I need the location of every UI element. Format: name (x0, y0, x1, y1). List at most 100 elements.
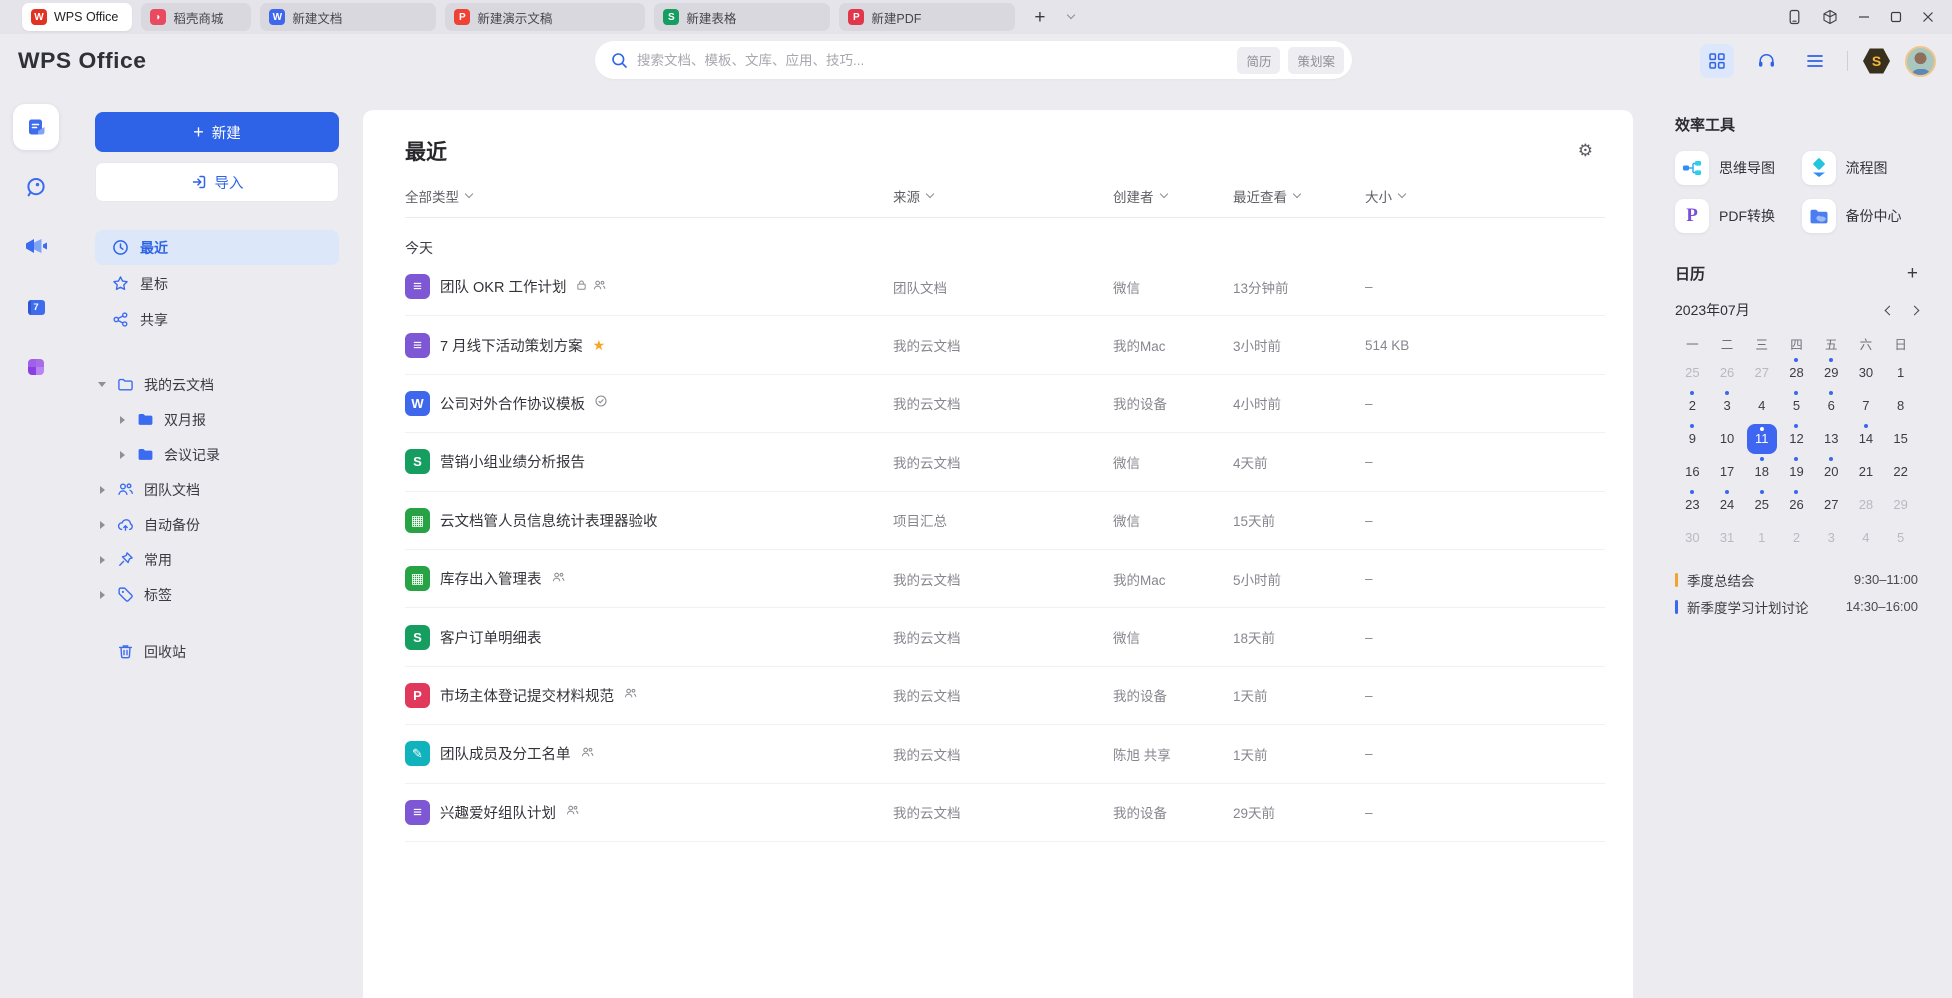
calendar-day[interactable]: 27 (1814, 488, 1849, 521)
calendar-day[interactable]: 2 (1675, 389, 1710, 422)
collapse-triangle-icon[interactable] (100, 486, 105, 494)
calendar-day[interactable]: 9 (1675, 422, 1710, 455)
sidebar-item-recent[interactable]: 最近 (95, 230, 339, 265)
sidebar-item-team-docs[interactable]: 团队文档 (95, 472, 339, 507)
calendar-day[interactable]: 13 (1814, 422, 1849, 455)
calendar-day[interactable]: 10 (1710, 422, 1745, 455)
search-input[interactable] (637, 53, 1229, 68)
calendar-day[interactable]: 16 (1675, 455, 1710, 488)
sidebar-item-my-cloud-docs[interactable]: 我的云文档 (95, 367, 339, 402)
calendar-day[interactable]: 26 (1779, 488, 1814, 521)
tab-new-document[interactable]: W 新建文档 (260, 3, 436, 31)
calendar-day[interactable]: 2 (1779, 521, 1814, 554)
tool-flowchart[interactable]: 流程图 (1802, 151, 1919, 185)
maximize-button[interactable] (1890, 11, 1902, 23)
new-tab-button[interactable]: + (1030, 8, 1049, 27)
main-menu-button[interactable] (1798, 44, 1832, 78)
calendar-day[interactable]: 3 (1814, 521, 1849, 554)
filter-type[interactable]: 全部类型 (405, 186, 893, 206)
tab-list-chevron-icon[interactable] (1067, 11, 1075, 19)
calendar-day[interactable]: 5 (1883, 521, 1918, 554)
calendar-day[interactable]: 30 (1849, 356, 1884, 389)
rail-apps-button[interactable] (13, 344, 59, 390)
next-month-chevron-icon[interactable] (1910, 305, 1920, 315)
calendar-day[interactable]: 22 (1883, 455, 1918, 488)
calendar-day[interactable]: 5 (1779, 389, 1814, 422)
sidebar-item-frequent[interactable]: 常用 (95, 542, 339, 577)
calendar-day[interactable]: 12 (1779, 422, 1814, 455)
calendar-day[interactable]: 26 (1710, 356, 1745, 389)
rail-calendar-button[interactable]: 7 (13, 284, 59, 330)
workspace-cube-icon[interactable] (1822, 9, 1838, 25)
filter-source[interactable]: 来源 (893, 186, 1113, 206)
tab-wps-home[interactable]: W WPS Office (22, 3, 132, 31)
search-bar[interactable]: 简历 策划案 (595, 41, 1352, 79)
file-row[interactable]: S 客户订单明细表 我的云文档 微信 18天前 – (405, 608, 1605, 666)
calendar-day[interactable]: 4 (1744, 389, 1779, 422)
sidebar-item-bimonthly-report[interactable]: 双月报 (95, 402, 339, 437)
prev-month-chevron-icon[interactable] (1885, 305, 1895, 315)
file-row[interactable]: 兴趣爱好组队计划 我的云文档 我的设备 29天前 – (405, 784, 1605, 842)
svip-badge-icon[interactable]: S (1863, 48, 1890, 74)
expand-triangle-icon[interactable] (98, 382, 106, 387)
calendar-day[interactable]: 25 (1675, 356, 1710, 389)
sidebar-item-tags[interactable]: 标签 (95, 577, 339, 612)
calendar-day[interactable]: 8 (1883, 389, 1918, 422)
file-row[interactable]: P 市场主体登记提交材料规范 我的云文档 我的设备 1天前 – (405, 667, 1605, 725)
collapse-triangle-icon[interactable] (120, 451, 125, 459)
calendar-day[interactable]: 24 (1710, 488, 1745, 521)
filter-creator[interactable]: 创建者 (1113, 186, 1233, 206)
event-item[interactable]: 季度总结会 9:30–11:00 (1675, 566, 1918, 593)
import-button[interactable]: 导入 (95, 162, 339, 202)
calendar-day[interactable]: 3 (1710, 389, 1745, 422)
calendar-day[interactable]: 7 (1849, 389, 1884, 422)
file-row[interactable]: S 营销小组业绩分析报告 我的云文档 微信 4天前 – (405, 433, 1605, 491)
close-button[interactable] (1922, 11, 1934, 23)
search-tag-plan[interactable]: 策划案 (1288, 47, 1344, 74)
calendar-day[interactable]: 6 (1814, 389, 1849, 422)
rail-documents-button[interactable] (13, 104, 59, 150)
calendar-day[interactable]: 21 (1849, 455, 1884, 488)
calendar-day[interactable]: 25 (1744, 488, 1779, 521)
tab-docer-mall[interactable]: ◗ 稻壳商城 (141, 3, 251, 31)
filter-size[interactable]: 大小 (1365, 186, 1605, 206)
calendar-day[interactable]: 28 (1849, 488, 1884, 521)
calendar-day[interactable]: 29 (1814, 356, 1849, 389)
calendar-day[interactable]: 15 (1883, 422, 1918, 455)
sidebar-item-shared[interactable]: 共享 (95, 302, 339, 337)
minimize-button[interactable] (1858, 11, 1870, 23)
calendar-day[interactable]: 1 (1883, 356, 1918, 389)
calendar-day[interactable]: 4 (1849, 521, 1884, 554)
search-tag-resume[interactable]: 简历 (1237, 47, 1280, 74)
collapse-triangle-icon[interactable] (100, 521, 105, 529)
calendar-day[interactable]: 29 (1883, 488, 1918, 521)
calendar-day[interactable]: 23 (1675, 488, 1710, 521)
tab-new-spreadsheet[interactable]: S 新建表格 (654, 3, 830, 31)
user-avatar[interactable] (1905, 46, 1936, 77)
apps-grid-button[interactable] (1700, 44, 1734, 78)
send-to-device-icon[interactable] (1787, 9, 1802, 25)
calendar-day[interactable]: 30 (1675, 521, 1710, 554)
add-event-button[interactable]: + (1907, 264, 1918, 283)
sidebar-item-meeting-notes[interactable]: 会议记录 (95, 437, 339, 472)
calendar-day[interactable]: 18 (1744, 455, 1779, 488)
calendar-day[interactable]: 17 (1710, 455, 1745, 488)
settings-gear-icon[interactable]: ⚙ (1578, 141, 1593, 161)
rail-chat-button[interactable] (13, 164, 59, 210)
collapse-triangle-icon[interactable] (100, 591, 105, 599)
calendar-day[interactable]: 11 (1744, 422, 1779, 455)
new-button[interactable]: + 新建 (95, 112, 339, 152)
calendar-day[interactable]: 14 (1849, 422, 1884, 455)
file-row[interactable]: 团队 OKR 工作计划 团队文档 微信 13分钟前 – (405, 258, 1605, 316)
file-row[interactable]: 7 月线下活动策划方案 ★ 我的云文档 我的Mac 3小时前 514 KB (405, 316, 1605, 374)
calendar-day[interactable]: 19 (1779, 455, 1814, 488)
tool-mindmap[interactable]: 思维导图 (1675, 151, 1792, 185)
file-row[interactable]: 云文档管人员信息统计表理器验收 项目汇总 微信 15天前 – (405, 492, 1605, 550)
calendar-day[interactable]: 31 (1710, 521, 1745, 554)
calendar-day[interactable]: 1 (1744, 521, 1779, 554)
calendar-day[interactable]: 28 (1779, 356, 1814, 389)
file-row[interactable]: 团队成员及分工名单 我的云文档 陈旭 共享 1天前 – (405, 725, 1605, 783)
sidebar-item-trash[interactable]: 回收站 (95, 634, 339, 669)
calendar-day[interactable]: 27 (1744, 356, 1779, 389)
collapse-triangle-icon[interactable] (120, 416, 125, 424)
